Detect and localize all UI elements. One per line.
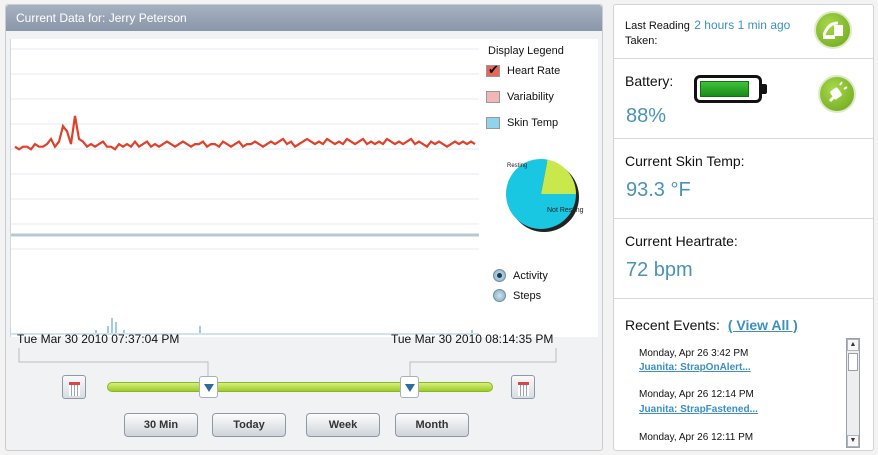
event-time: Monday, Apr 26 12:14 PM bbox=[639, 389, 754, 400]
last-reading-text: Last Reading 2 hours 1 min ago Taken: bbox=[625, 18, 790, 48]
recent-events-label: Recent Events: bbox=[625, 317, 720, 333]
panel-title: Current Data for: Jerry Peterson bbox=[6, 5, 602, 31]
battery-section: Battery: 88% bbox=[614, 59, 873, 139]
heart-rate-series bbox=[14, 115, 476, 151]
heart-rate-line bbox=[14, 115, 476, 151]
battery-value: 88% bbox=[626, 105, 667, 127]
scroll-thumb[interactable] bbox=[848, 353, 858, 371]
event-link[interactable]: Juanita: StrapOnAlert... bbox=[639, 362, 751, 373]
events-scrollbar[interactable]: ▲ ▼ bbox=[846, 338, 860, 448]
status-panel: Last Reading 2 hours 1 min ago Taken: Ba… bbox=[613, 4, 874, 451]
legend-heart-rate[interactable]: ✔ Heart Rate bbox=[486, 62, 561, 77]
range-end-handle[interactable] bbox=[400, 376, 419, 398]
charging-plug-icon bbox=[818, 75, 856, 113]
range-start-handle[interactable] bbox=[199, 376, 218, 398]
pie-not-resting-label: Not Resting bbox=[547, 207, 584, 214]
scroll-down-icon[interactable]: ▼ bbox=[847, 435, 859, 447]
heartrate-label: Current Heartrate: bbox=[625, 233, 738, 249]
skin-temp-section: Current Skin Temp: 93.3 °F bbox=[614, 139, 873, 219]
skin-temp-value: 93.3 °F bbox=[626, 179, 691, 201]
battery-label: Battery: bbox=[625, 73, 674, 89]
month-button[interactable]: Month bbox=[395, 413, 469, 437]
battery-fill-level bbox=[700, 81, 749, 97]
steps-radio-icon[interactable] bbox=[493, 289, 506, 302]
legend-heart-rate-label: Heart Rate bbox=[507, 65, 561, 77]
view-all-link[interactable]: ( View All ) bbox=[728, 317, 798, 333]
recent-events-list: Monday, Apr 26 3:42 PM Juanita: StrapOnA… bbox=[614, 335, 873, 451]
plug-glyph bbox=[828, 81, 848, 103]
today-button[interactable]: Today bbox=[212, 413, 286, 437]
week-button[interactable]: Week bbox=[306, 413, 380, 437]
event-time: Monday, Apr 26 12:11 PM bbox=[639, 432, 754, 443]
variability-checkbox[interactable] bbox=[486, 91, 500, 103]
taken-label: Taken: bbox=[625, 35, 658, 47]
device-sync-icon[interactable] bbox=[814, 11, 852, 49]
heartrate-value: 72 bpm bbox=[626, 259, 693, 281]
end-calendar-button[interactable] bbox=[511, 375, 535, 399]
last-reading-label: Last Reading bbox=[625, 20, 690, 32]
start-calendar-button[interactable] bbox=[62, 375, 86, 399]
resting-pie-chart bbox=[506, 158, 579, 232]
check-icon: ✔ bbox=[488, 62, 499, 77]
sync-glyph bbox=[822, 21, 843, 39]
last-reading-value: 2 hours 1 min ago bbox=[694, 18, 791, 32]
skin-temp-checkbox[interactable] bbox=[486, 117, 500, 129]
recent-events-header: Recent Events: ( View All ) bbox=[625, 317, 798, 333]
chart-grid bbox=[11, 48, 479, 250]
time-range-slider[interactable] bbox=[107, 382, 493, 392]
scroll-up-icon[interactable]: ▲ bbox=[847, 339, 859, 351]
radio-steps[interactable]: Steps bbox=[493, 289, 541, 302]
steps-label: Steps bbox=[513, 289, 542, 302]
end-time-label: Tue Mar 30 2010 08:14:35 PM bbox=[391, 332, 554, 346]
heartrate-section: Current Heartrate: 72 bpm bbox=[614, 219, 873, 299]
activity-label: Activity bbox=[513, 269, 548, 282]
battery-icon bbox=[694, 75, 767, 103]
legend-title: Display Legend bbox=[488, 45, 564, 57]
activity-radio-icon[interactable] bbox=[493, 269, 506, 282]
current-data-panel: Current Data for: Jerry Peterson Resting… bbox=[5, 4, 603, 451]
radio-activity[interactable]: Activity bbox=[493, 269, 548, 282]
activity-bar bbox=[199, 326, 201, 334]
event-time: Monday, Apr 26 3:42 PM bbox=[639, 348, 749, 359]
event-link[interactable]: Juanita: StrapFastened... bbox=[639, 404, 758, 415]
start-time-label: Tue Mar 30 2010 07:37:04 PM bbox=[17, 332, 180, 346]
30-min-button[interactable]: 30 Min bbox=[124, 413, 198, 437]
skin-temp-label: Current Skin Temp: bbox=[625, 153, 745, 169]
legend-variability-label: Variability bbox=[507, 91, 554, 103]
last-reading-section: Last Reading 2 hours 1 min ago Taken: bbox=[614, 5, 873, 59]
legend-variability[interactable]: Variability bbox=[486, 91, 554, 103]
heart-rate-checkbox[interactable]: ✔ bbox=[486, 62, 500, 77]
battery-terminal bbox=[762, 84, 767, 94]
pie-resting-label: Resting bbox=[507, 163, 528, 169]
legend-skin-temp[interactable]: Skin Temp bbox=[486, 117, 558, 129]
legend-skin-temp-label: Skin Temp bbox=[507, 117, 559, 129]
